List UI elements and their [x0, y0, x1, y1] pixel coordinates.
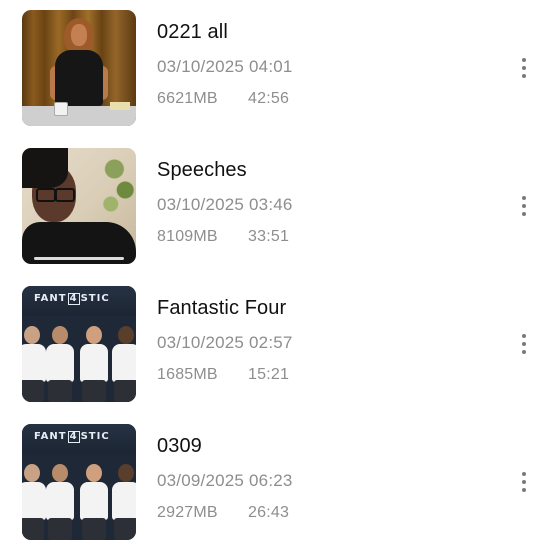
video-size: 6621MB: [157, 90, 218, 107]
video-title[interactable]: Speeches: [157, 159, 247, 182]
video-duration: 26:43: [248, 504, 290, 521]
thumbnail-logo: FANT 4 STIC: [34, 293, 110, 305]
thumbnail-book: [110, 102, 130, 110]
video-size: 1685MB: [157, 366, 218, 383]
list-item[interactable]: 0221 all 03/10/2025 04:01 6621MB 42:56: [0, 10, 560, 126]
video-duration: 42:56: [248, 90, 290, 107]
thumbnail-progress: [34, 257, 124, 260]
video-duration: 33:51: [248, 228, 290, 245]
list-item[interactable]: Speeches 03/10/2025 03:46 8109MB 33:51: [0, 148, 560, 264]
thumbnail-figure: [46, 326, 74, 402]
thumbnail-glasses: [55, 188, 75, 202]
video-title[interactable]: 0221 all: [157, 21, 228, 44]
thumbnail-figure: [80, 464, 108, 540]
thumbnail-figure: [22, 148, 68, 188]
video-thumbnail[interactable]: [22, 10, 136, 126]
more-vertical-icon: [522, 472, 526, 492]
list-item[interactable]: FANT 4 STIC Fantastic Four 03/10/2025 02:5…: [0, 286, 560, 402]
video-thumbnail[interactable]: FANT 4 STIC: [22, 286, 136, 402]
thumbnail-plant: [100, 148, 136, 218]
thumbnail-figure: [80, 326, 108, 402]
video-title[interactable]: Fantastic Four: [157, 297, 286, 320]
more-vertical-icon: [522, 334, 526, 354]
thumbnail-figure: [112, 326, 136, 402]
list-item[interactable]: FANT 4 STIC 0309 03/09/2025 06:23 2927MB 2…: [0, 424, 560, 540]
thumbnail-glasses: [36, 188, 56, 202]
thumbnail-figure: [22, 326, 46, 402]
more-vertical-icon: [522, 58, 526, 78]
video-date: 03/10/2025 03:46: [157, 195, 293, 214]
video-title[interactable]: 0309: [157, 435, 202, 458]
thumbnail-figure: [22, 464, 46, 540]
video-thumbnail[interactable]: [22, 148, 136, 264]
thumbnail-figure: [112, 464, 136, 540]
thumbnail-figure: [46, 464, 74, 540]
thumbnail-figure: [55, 50, 103, 106]
more-vertical-icon: [522, 196, 526, 216]
thumbnail-figure: [71, 24, 87, 46]
video-date: 03/09/2025 06:23: [157, 471, 293, 490]
video-duration: 15:21: [248, 366, 290, 383]
more-options-button[interactable]: [512, 192, 536, 220]
video-date: 03/10/2025 04:01: [157, 57, 293, 76]
video-size: 2927MB: [157, 504, 218, 521]
video-list: 0221 all 03/10/2025 04:01 6621MB 42:56 S…: [0, 0, 560, 560]
more-options-button[interactable]: [512, 330, 536, 358]
video-size: 8109MB: [157, 228, 218, 245]
thumbnail-logo: FANT 4 STIC: [34, 431, 110, 443]
more-options-button[interactable]: [512, 54, 536, 82]
thumbnail-mug: [54, 102, 68, 116]
video-thumbnail[interactable]: FANT 4 STIC: [22, 424, 136, 540]
more-options-button[interactable]: [512, 468, 536, 496]
video-date: 03/10/2025 02:57: [157, 333, 293, 352]
